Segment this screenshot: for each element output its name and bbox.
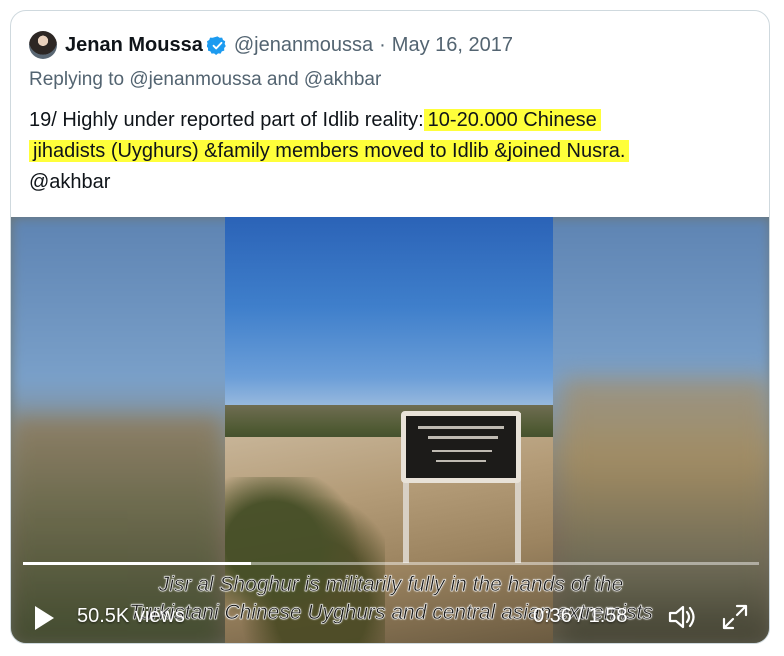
view-count: 50.5K views [77,605,185,627]
tweet-text-highlight-2: jihadists (Uyghurs) &family members move… [29,140,630,162]
video-sky [225,217,553,417]
replying-prefix: Replying to [29,69,130,90]
reply-and: and [261,69,304,90]
sign-script-line [428,436,498,439]
tweet-header: Jenan Moussa @jenanmoussa · May 16, 2017 [29,29,513,61]
replying-to: Replying to @jenanmoussa and @akhbar [29,69,381,91]
roadside-sign [401,411,521,483]
verified-badge-icon [206,35,226,55]
reply-mention-akhbar[interactable]: @akhbar [304,69,381,90]
avatar[interactable] [29,31,57,59]
play-icon[interactable] [33,605,55,631]
sign-script-line [436,460,486,462]
separator-dot: · [379,33,386,56]
tweet-card[interactable]: Jenan Moussa @jenanmoussa · May 16, 2017… [10,10,770,644]
author-handle[interactable]: @jenanmoussa [234,34,373,57]
sign-script-line [418,426,504,429]
video-time: 0:36 / 1:58 [533,605,628,627]
tweet-text-plain: 19/ Highly under reported part of Idlib … [29,109,424,131]
fullscreen-icon[interactable] [721,603,749,631]
volume-icon[interactable] [667,603,697,631]
tweet-text-highlight-1: 10-20.000 Chinese [423,109,601,131]
tweet-text: 19/ Highly under reported part of Idlib … [29,105,749,198]
sign-script-line [432,450,492,452]
video-progress-bar[interactable] [23,562,759,565]
video-subtitle-line-1: Jisr al Shoghur is militarily fully in t… [158,573,624,597]
reply-mention-jenanmoussa[interactable]: @jenanmoussa [129,69,261,90]
video-progress-fill [23,562,252,565]
tweet-mention-akhbar[interactable]: @akhbar [29,171,110,193]
video-controls: 50.5K views 0:36 / 1:58 [11,597,769,641]
video-player[interactable]: Jisr al Shoghur is militarily fully in t… [11,217,769,643]
tweet-date[interactable]: May 16, 2017 [392,34,513,57]
author-name[interactable]: Jenan Moussa [65,34,203,57]
